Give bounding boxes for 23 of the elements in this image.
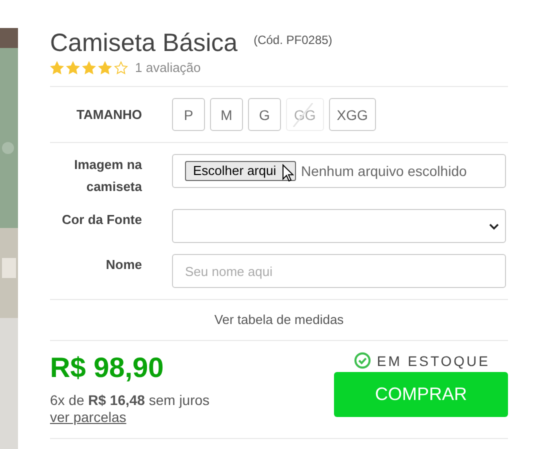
field-label: Cor da Fonte [60, 211, 142, 229]
field-label: Nome [104, 256, 142, 274]
size-option[interactable]: XGG [328, 98, 376, 131]
size-option[interactable]: P [172, 98, 205, 131]
size-option[interactable]: G [248, 98, 281, 131]
slash-icon [291, 103, 315, 127]
size-label: TAMANHO [76, 106, 142, 124]
stock-status: EM ESTOQUE [376, 352, 490, 368]
name-field[interactable]: Seu nome aqui [172, 254, 506, 288]
chevron-down-icon [489, 222, 499, 230]
installments-text: 6x de R$ 16,48 sem juros [50, 392, 210, 408]
size-option[interactable]: M [210, 98, 243, 131]
field-label: Imagem na camiseta [73, 156, 142, 196]
select-field[interactable] [172, 209, 506, 243]
size-chart-link[interactable]: Ver tabela de medidas [214, 312, 344, 327]
installments-link[interactable]: ver parcelas [50, 409, 126, 425]
review-count: 1 avaliação [135, 60, 201, 75]
choose-file-button[interactable]: Escolher arqui [185, 161, 296, 181]
product-code: (Cód. PF0285) [254, 33, 332, 47]
cursor-icon [282, 164, 294, 182]
product-title: Camiseta Básica [50, 28, 238, 58]
file-input[interactable]: Escolher arqui Nenhum arquivo escolhido [172, 154, 506, 188]
price: R$ 98,90 [50, 352, 165, 384]
